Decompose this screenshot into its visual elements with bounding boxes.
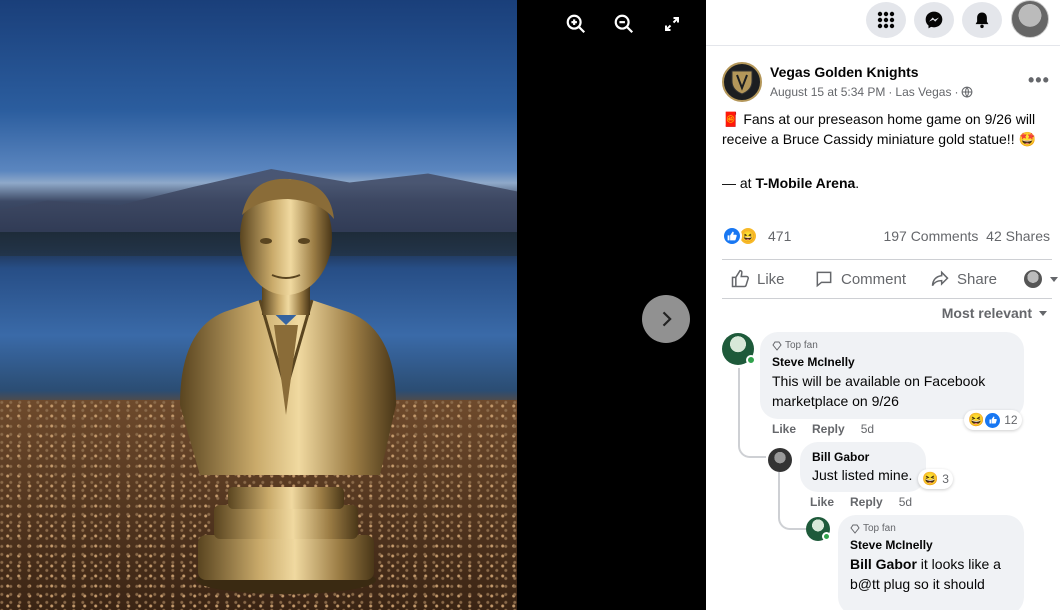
share-icon [931,270,949,287]
top-fan-label: Top fan [785,340,818,351]
post-text: 🧧 Fans at our preseason home game on 9/2… [722,111,1036,147]
photo-viewer [0,0,706,610]
comment-like-link[interactable]: Like [810,495,834,509]
comments-count[interactable]: 197 Comments [883,228,978,244]
like-button[interactable]: Like [730,269,785,289]
comment-text: This will be available on Facebook marke… [772,373,986,409]
top-fan-badge: Top fan [850,523,1012,534]
caret-down-icon [1050,277,1058,282]
thread-line [738,368,740,418]
comment-reaction-count: 12 [1004,413,1018,427]
reply-bubble: Bill Gabor Just listed mine. [800,442,926,492]
comment-icon [816,271,832,288]
page-name[interactable]: Vegas Golden Knights [770,64,919,80]
reaction-count[interactable]: 471 [768,228,791,244]
messenger-icon [925,11,943,29]
commenter-name[interactable]: Steve McInelly [772,355,1012,369]
checkin-suffix: . [855,175,860,191]
meta-separator: · [954,85,959,99]
shares-count[interactable]: 42 Shares [986,228,1050,244]
page-logo[interactable] [722,62,762,102]
online-status-dot [822,532,831,541]
thread-connector [738,418,766,458]
at-prefix: — at [722,175,756,191]
online-status-dot [746,355,756,365]
diamond-icon [772,341,782,351]
top-fan-badge: Top fan [772,340,1012,351]
commenter-name[interactable]: Bill Gabor [812,450,914,464]
profile-mini-avatar [1024,270,1042,288]
post-meta: August 15 at 5:34 PM · Las Vegas · [770,85,973,99]
post-checkin: — at T-Mobile Arena. [722,175,859,191]
top-bar [706,0,1060,46]
gold-statue [180,178,396,594]
comments-shares: 197 Comments 42 Shares [883,228,1050,244]
reactions-summary: 😆 471 197 Comments 42 Shares [722,226,1052,246]
chevron-right-icon [662,311,672,327]
comment-reaction-count: 3 [942,472,949,486]
knight-shield-icon [731,70,753,95]
diamond-icon [850,524,860,534]
comment-bubble: Top fan Steve McInelly This will be avai… [760,332,1024,419]
comment-reply-link[interactable]: Reply [850,495,883,509]
like-reaction-icon [985,412,1001,428]
mention-link[interactable]: Bill Gabor [850,556,917,572]
viewer-controls [560,10,688,38]
comment-actions: Like Reply 5d [810,495,912,509]
zoom-out-icon[interactable] [608,10,640,38]
next-photo-button[interactable] [642,295,690,343]
comment-button[interactable]: Comment [814,269,906,289]
like-label: Like [757,270,785,288]
comment-reactions[interactable]: 😆 12 [964,410,1022,430]
post-date[interactable]: August 15 at 5:34 PM [770,85,885,99]
comment-label: Comment [841,270,907,288]
share-button[interactable]: Share [930,269,997,289]
share-label: Share [957,270,998,288]
comment-time[interactable]: 5d [899,495,912,509]
meta-separator: · [888,85,893,99]
globe-icon [962,86,973,98]
post-photo[interactable] [0,0,517,610]
sort-label: Most relevant [941,305,1032,321]
top-fan-label: Top fan [863,523,896,534]
messenger-button[interactable] [914,2,954,38]
comment-reactions[interactable]: 😆 3 [918,469,953,489]
like-reaction-icon[interactable] [722,226,742,246]
reply-bubble: Top fan Steve McInelly Bill Gabor it loo… [838,515,1024,610]
post-header: Vegas Golden Knights August 15 at 5:34 P… [722,62,1052,104]
grid-icon [877,11,895,29]
thread-connector [778,500,806,530]
haha-reaction-icon: 😆 [922,471,939,486]
fullscreen-icon[interactable] [656,10,688,38]
comment-actions: Like Reply 5d [772,422,874,436]
comment-time[interactable]: 5d [861,422,874,436]
zoom-in-icon[interactable] [560,10,592,38]
comment-like-link[interactable]: Like [772,422,796,436]
comment-text: Bill Gabor it looks like a b@tt plug so … [850,554,1012,594]
comment-sort-dropdown[interactable]: Most relevant [942,305,1048,321]
post-panel: Vegas Golden Knights August 15 at 5:34 P… [706,0,1060,610]
thumbs-up-icon [731,269,749,288]
comment-reply-link[interactable]: Reply [812,422,845,436]
menu-grid-button[interactable] [866,2,906,38]
comment-text: Just listed mine. [812,467,913,483]
account-avatar[interactable] [1011,0,1049,38]
post-action-bar: Like Comment Share [722,259,1058,299]
bell-icon [975,12,989,29]
notifications-button[interactable] [962,2,1002,38]
reaction-as-selector[interactable] [1024,270,1059,288]
commenter-name[interactable]: Steve McInelly [850,538,1012,552]
caret-down-icon [1039,311,1047,316]
more-options-icon[interactable]: ••• [1028,70,1050,91]
commenter-avatar[interactable] [768,448,792,472]
checkin-location-link[interactable]: T-Mobile Arena [755,175,855,191]
haha-reaction-icon: 😆 [968,412,985,427]
post-location-meta[interactable]: Las Vegas [895,85,951,99]
